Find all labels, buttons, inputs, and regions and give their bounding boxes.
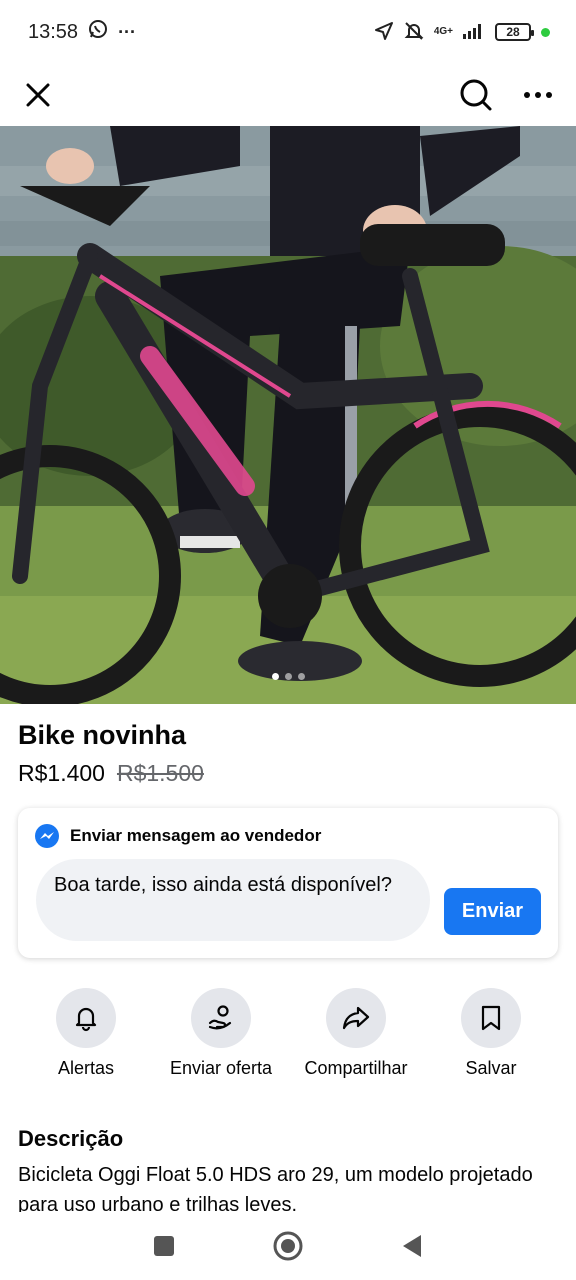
message-seller-card: Enviar mensagem ao vendedor Boa tarde, i… — [18, 808, 558, 958]
save-button[interactable]: Salvar — [421, 988, 561, 1079]
message-input[interactable]: Boa tarde, isso ainda está disponível? — [36, 859, 430, 941]
bike-photo-illustration — [0, 126, 576, 704]
home-circle-icon — [273, 1231, 303, 1261]
battery-level: 28 — [506, 25, 520, 39]
offer-icon — [208, 1005, 232, 1030]
listing-price: R$1.400 — [18, 760, 105, 786]
description-text: Bicicleta Oggi Float 5.0 HDS aro 29, um … — [18, 1164, 533, 1212]
status-bar: 13:58 ··· 4G+ 28 — [0, 0, 576, 64]
message-card-title: Enviar mensagem ao vendedor — [70, 826, 322, 845]
status-left: 13:58 ··· — [28, 19, 136, 45]
nav-right — [456, 75, 558, 115]
battery-icon: 28 — [495, 23, 534, 41]
signal-icon — [463, 23, 485, 42]
network-label: 4G+ — [433, 26, 453, 37]
pagination-dot-active — [271, 673, 279, 680]
messenger-icon — [35, 824, 59, 848]
back-triangle-icon — [403, 1235, 421, 1257]
price-row: R$1.400 R$1.500 — [18, 760, 204, 787]
listing-old-price: R$1.500 — [116, 760, 204, 786]
privacy-indicator — [541, 27, 550, 37]
home-button[interactable] — [272, 1230, 304, 1262]
search-icon — [460, 79, 492, 111]
share-icon — [342, 1006, 370, 1030]
save-label: Salvar — [465, 1058, 517, 1078]
bell-icon — [75, 1007, 97, 1032]
send-button[interactable]: Enviar — [444, 888, 541, 935]
alerts-label: Alertas — [57, 1058, 115, 1078]
alerts-button[interactable]: Alertas — [16, 988, 156, 1079]
location-icon — [374, 21, 394, 44]
search-button[interactable] — [456, 75, 496, 115]
photo-pagination — [0, 673, 576, 680]
send-offer-label: Enviar oferta — [169, 1058, 273, 1078]
description-title: Descrição — [18, 1126, 124, 1151]
recent-apps-button[interactable] — [148, 1230, 180, 1262]
system-nav-bar — [0, 1212, 576, 1280]
listing-photo[interactable] — [0, 126, 576, 704]
share-label: Compartilhar — [304, 1058, 408, 1078]
back-button[interactable] — [396, 1230, 428, 1262]
close-button[interactable] — [18, 75, 58, 115]
pagination-dot — [284, 673, 292, 680]
share-circle — [326, 988, 386, 1048]
more-notifications-icon: ··· — [118, 21, 137, 42]
save-circle — [461, 988, 521, 1048]
bookmark-icon — [481, 1005, 501, 1031]
whatsapp-icon — [88, 19, 108, 45]
top-nav — [0, 64, 576, 126]
mute-icon — [404, 21, 424, 44]
more-options-button[interactable] — [518, 75, 558, 115]
action-row: Alertas Enviar oferta Compartilhar Salva… — [0, 988, 576, 1088]
send-offer-button[interactable]: Enviar oferta — [151, 988, 291, 1079]
pagination-dot — [297, 673, 305, 680]
square-icon — [154, 1236, 174, 1256]
status-right: 4G+ 28 — [374, 21, 550, 44]
message-card-header: Enviar mensagem ao vendedor — [34, 823, 321, 849]
share-button[interactable]: Compartilhar — [286, 988, 426, 1079]
send-offer-circle — [191, 988, 251, 1048]
listing-title: Bike novinha — [18, 720, 187, 750]
close-icon — [26, 83, 50, 107]
status-time: 13:58 — [28, 20, 79, 43]
alerts-circle — [56, 988, 116, 1048]
more-icon — [524, 92, 552, 98]
